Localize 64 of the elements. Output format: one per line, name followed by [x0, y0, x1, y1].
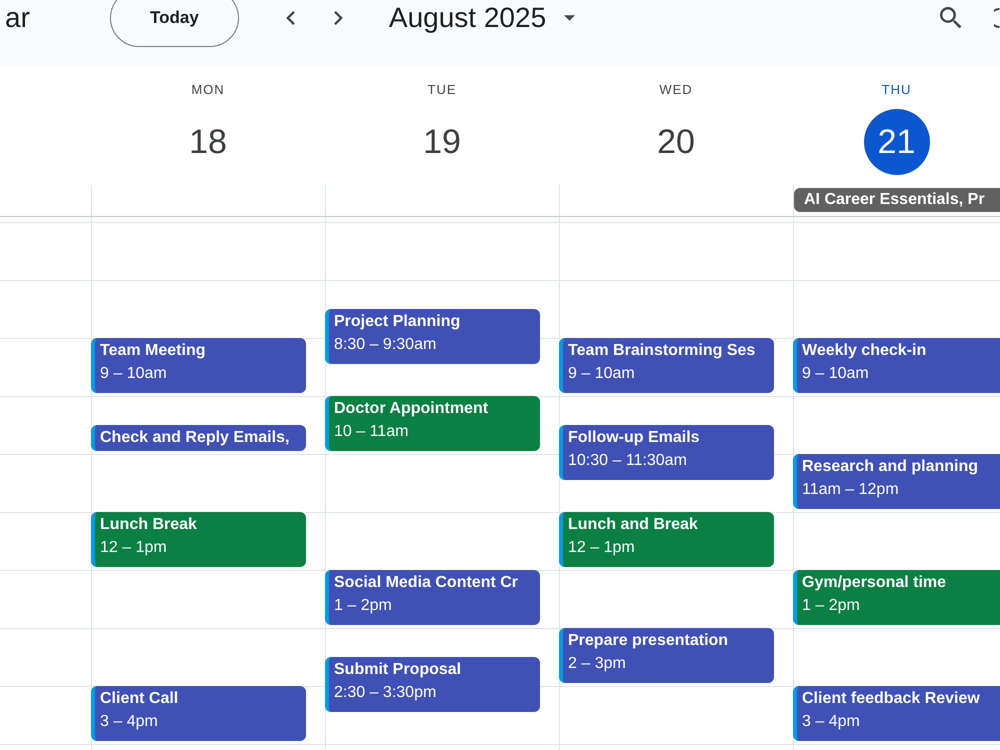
event-card[interactable]: Submit Proposal 2:30 – 3:30pm: [325, 657, 540, 712]
today-button[interactable]: Today: [110, 0, 239, 47]
chevron-right-icon[interactable]: [334, 11, 343, 25]
event-time: 3 – 4pm: [100, 712, 159, 732]
event-card[interactable]: Client Call 3 – 4pm: [91, 686, 306, 741]
event-title: Gym/personal time: [802, 573, 948, 593]
event-card[interactable]: Research and planning 11am – 12pm: [793, 454, 1000, 509]
today-date[interactable]: 21: [864, 109, 930, 175]
event-title: Team Brainstorming Ses: [568, 341, 756, 361]
event-card[interactable]: Lunch Break 12 – 1pm: [91, 512, 306, 567]
event-card[interactable]: Doctor Appointment 10 – 11am: [325, 396, 540, 451]
event-card[interactable]: Prepare presentation 2 – 3pm: [559, 628, 774, 683]
chevron-left-icon[interactable]: [286, 11, 295, 25]
event-time: 2 – 3pm: [568, 654, 627, 674]
event-title: Lunch and Break: [568, 515, 699, 535]
event-card[interactable]: Project Planning 8:30 – 9:30am: [325, 309, 540, 364]
event-time: 2:30 – 3:30pm: [334, 683, 438, 703]
month-picker-button[interactable]: August 2025: [388, 1, 576, 35]
event-time: 9 – 10am: [802, 364, 870, 384]
event-time: 1 – 2pm: [802, 596, 861, 616]
event-time: 11am – 12pm: [802, 480, 900, 500]
all-day-event[interactable]: AI Career Essentials, Pr: [794, 188, 1000, 212]
event-time: 12 – 1pm: [100, 538, 168, 558]
event-card[interactable]: Check and Reply Emails,: [91, 425, 306, 451]
weekday-label: THU: [882, 81, 912, 99]
event-title: Client Call: [100, 689, 180, 709]
event-time: 3 – 4pm: [802, 712, 861, 732]
search-icon[interactable]: [940, 7, 962, 29]
event-time: 12 – 1pm: [568, 538, 636, 558]
app-title: ar: [5, 1, 30, 35]
event-title: Prepare presentation: [568, 631, 730, 651]
ring-icon[interactable]: [994, 8, 1000, 28]
event-title: Lunch Break: [100, 515, 198, 535]
weekday-label: WED: [659, 81, 693, 99]
event-card[interactable]: Follow-up Emails 10:30 – 11:30am: [559, 425, 774, 480]
event-card[interactable]: Social Media Content Cr 1 – 2pm: [325, 570, 540, 625]
event-card[interactable]: Client feedback Review 3 – 4pm: [793, 686, 1000, 741]
event-title: Project Planning: [334, 312, 462, 332]
event-time: 10:30 – 11:30am: [568, 451, 688, 471]
event-title: Submit Proposal: [334, 660, 462, 680]
event-time: 9 – 10am: [100, 364, 168, 384]
event-title: Client feedback Review: [802, 689, 981, 709]
event-time: 10 – 11am: [334, 422, 410, 442]
event-title: Doctor Appointment: [334, 399, 490, 419]
date-number[interactable]: 18: [175, 109, 241, 175]
event-card[interactable]: Lunch and Break 12 – 1pm: [559, 512, 774, 567]
event-time: 8:30 – 9:30am: [334, 335, 438, 355]
weekday-label: MON: [191, 81, 225, 99]
event-card[interactable]: Gym/personal time 1 – 2pm: [793, 570, 1000, 625]
date-number[interactable]: 19: [409, 109, 475, 175]
event-title: Check and Reply Emails,: [100, 428, 290, 448]
event-time: 1 – 2pm: [334, 596, 393, 616]
date-number[interactable]: 20: [643, 109, 709, 175]
event-title: Team Meeting: [100, 341, 206, 361]
event-title: Weekly check-in: [802, 341, 928, 361]
event-title: Research and planning: [802, 457, 980, 477]
caret-down-icon[interactable]: [564, 15, 576, 21]
event-time: 9 – 10am: [568, 364, 636, 384]
event-title: Social Media Content Cr: [334, 573, 520, 593]
event-title: Follow-up Emails: [568, 428, 701, 448]
event-card[interactable]: Weekly check-in 9 – 10am: [793, 338, 1000, 393]
weekday-label: TUE: [428, 81, 456, 99]
event-card[interactable]: Team Meeting 9 – 10am: [91, 338, 306, 393]
event-card[interactable]: Team Brainstorming Ses 9 – 10am: [559, 338, 774, 393]
